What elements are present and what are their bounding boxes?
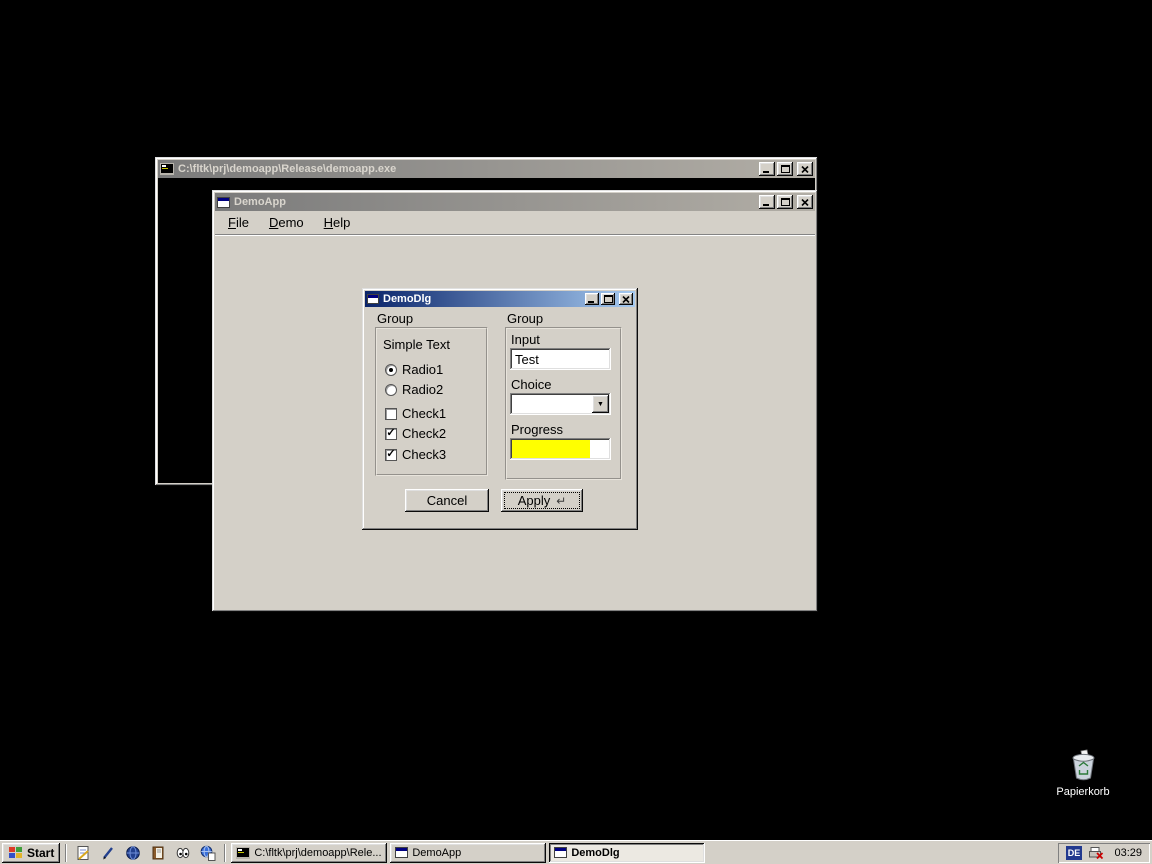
task-button-label: DemoApp <box>412 847 461 859</box>
demodlg-body: Group Simple Text Radio1 Radio2 ✓ Check1… <box>365 307 635 527</box>
msdos-icon <box>160 163 174 175</box>
demoapp-title: DemoApp <box>234 196 755 208</box>
task-button-label: C:\fltk\prj\demoapp\Rele... <box>254 847 381 859</box>
minimize-button[interactable] <box>759 195 775 209</box>
task-button-demodlg[interactable]: DemoDlg <box>549 843 705 863</box>
web-document-icon <box>200 845 216 861</box>
check2-box[interactable]: ✓ <box>385 428 397 440</box>
printer-error-icon[interactable] <box>1088 846 1104 860</box>
window-icon <box>554 847 567 858</box>
radio1-label: Radio1 <box>402 362 443 377</box>
quicklaunch-pen-button[interactable] <box>97 843 119 863</box>
radio2-button[interactable] <box>385 384 397 396</box>
apply-button[interactable]: Apply ↵ <box>501 489 583 512</box>
quicklaunch-notebook-button[interactable] <box>147 843 169 863</box>
task-button-label: DemoDlg <box>571 847 619 859</box>
demodlg-title: DemoDlg <box>383 293 581 305</box>
check-mark-icon: ✓ <box>386 428 395 438</box>
minimize-button[interactable] <box>585 293 599 305</box>
task-button-demoapp[interactable]: DemoApp <box>390 843 546 863</box>
progress-label: Progress <box>511 422 563 437</box>
recycle-bin-desktop-icon[interactable]: Papierkorb <box>1049 749 1117 798</box>
demoapp-titlebar[interactable]: DemoApp <box>215 193 815 211</box>
input-field-frame <box>510 348 611 370</box>
input-label: Input <box>511 332 540 347</box>
apply-button-label: Apply <box>518 493 551 508</box>
globe-icon <box>125 845 141 861</box>
cancel-button-label: Cancel <box>427 493 467 508</box>
check3-option[interactable]: ✓ Check3 <box>385 447 446 462</box>
taskbar: Start <box>0 840 1152 864</box>
document-pencil-icon <box>75 845 91 861</box>
menu-demo[interactable]: Demo <box>260 212 313 233</box>
check-mark-icon: ✓ <box>386 449 395 459</box>
progress-bar <box>510 438 611 460</box>
quicklaunch-globe-button[interactable] <box>122 843 144 863</box>
taskbar-divider <box>65 844 67 862</box>
check1-label: Check1 <box>402 406 446 421</box>
notebook-icon <box>150 845 166 861</box>
quicklaunch-web-document-button[interactable] <box>197 843 219 863</box>
window-icon <box>395 847 408 858</box>
recycle-bin-icon <box>1067 749 1100 782</box>
right-group-label: Group <box>507 311 543 326</box>
start-button-label: Start <box>27 846 54 860</box>
check3-box[interactable]: ✓ <box>385 449 397 461</box>
msdos-icon <box>236 847 250 859</box>
input-field[interactable] <box>510 348 611 370</box>
pen-icon <box>100 845 116 861</box>
taskbar-divider <box>224 844 226 862</box>
menu-file[interactable]: File <box>219 212 258 233</box>
close-button[interactable] <box>797 162 813 176</box>
menu-bar: File Demo Help <box>215 211 815 235</box>
quicklaunch-document-button[interactable] <box>72 843 94 863</box>
keyboard-layout-indicator[interactable]: DE <box>1066 846 1082 860</box>
taskbar-clock[interactable]: 03:29 <box>1110 847 1142 859</box>
maximize-button[interactable] <box>777 195 793 209</box>
recycle-bin-label: Papierkorb <box>1049 786 1117 798</box>
check1-option[interactable]: ✓ Check1 <box>385 406 446 421</box>
start-button[interactable]: Start <box>2 843 60 863</box>
check2-option[interactable]: ✓ Check2 <box>385 426 446 441</box>
check2-label: Check2 <box>402 426 446 441</box>
system-tray: DE 03:29 <box>1058 843 1150 863</box>
maximize-button[interactable] <box>777 162 793 176</box>
minimize-button[interactable] <box>759 162 775 176</box>
close-button[interactable] <box>619 293 633 305</box>
simple-text-label: Simple Text <box>383 337 450 352</box>
demodlg-dialog: DemoDlg Group Simple Text Radio1 Radio2 … <box>362 288 638 530</box>
menu-help[interactable]: Help <box>315 212 360 233</box>
return-key-icon: ↵ <box>556 494 566 508</box>
progress-bar-fill <box>512 440 590 458</box>
maximize-button[interactable] <box>601 293 615 305</box>
demoapp-window-icon <box>217 197 230 208</box>
close-button[interactable] <box>797 195 813 209</box>
radio1-option[interactable]: Radio1 <box>385 362 443 377</box>
choice-dropdown-button[interactable]: ▼ <box>592 395 609 413</box>
windows-logo-icon <box>8 846 23 859</box>
task-button-console[interactable]: C:\fltk\prj\demoapp\Rele... <box>231 843 387 863</box>
console-titlebar[interactable]: C:\fltk\prj\demoapp\Release\demoapp.exe <box>158 160 815 178</box>
cancel-button[interactable]: Cancel <box>405 489 489 512</box>
choice-label: Choice <box>511 377 551 392</box>
chevron-down-icon: ▼ <box>597 401 604 408</box>
demodlg-window-icon <box>367 294 379 304</box>
quicklaunch-eyes-button[interactable] <box>172 843 194 863</box>
check3-label: Check3 <box>402 447 446 462</box>
check1-box[interactable]: ✓ <box>385 408 397 420</box>
radio2-option[interactable]: Radio2 <box>385 382 443 397</box>
demodlg-titlebar[interactable]: DemoDlg <box>365 291 635 307</box>
left-group-label: Group <box>377 311 413 326</box>
eyes-icon <box>175 845 191 861</box>
radio1-button[interactable] <box>385 364 397 376</box>
radio2-label: Radio2 <box>402 382 443 397</box>
choice-dropdown[interactable]: ▼ <box>510 393 611 415</box>
console-title: C:\fltk\prj\demoapp\Release\demoapp.exe <box>178 163 755 175</box>
